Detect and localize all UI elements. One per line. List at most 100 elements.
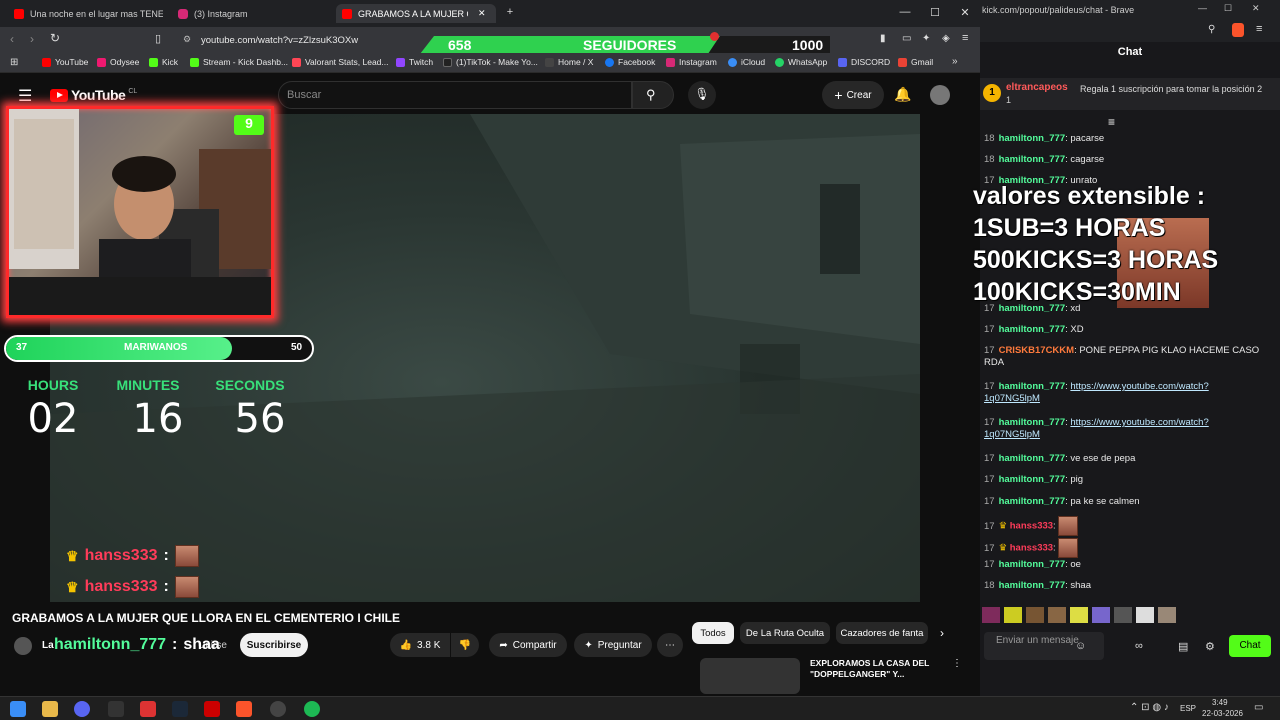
epic-games-icon[interactable] [108, 701, 124, 717]
chat-link[interactable]: https://www.youtube.com/watch? [1070, 381, 1208, 392]
gift-icon[interactable]: ▤ [1178, 640, 1188, 653]
sidebar-icon[interactable]: ▮ [880, 33, 886, 44]
brave-shield-icon[interactable] [1232, 23, 1244, 37]
close-icon[interactable]: ✕ [478, 8, 486, 19]
bookmark-odysee[interactable]: Odysee [97, 57, 139, 67]
chat-username[interactable]: hamiltonn_777 [999, 580, 1066, 591]
chip-all[interactable]: Todos [692, 622, 734, 644]
bookmark-kick-dashboard[interactable]: Stream - Kick Dashb... [190, 57, 288, 67]
chip-ruta-oculta[interactable]: De La Ruta Oculta [740, 622, 830, 644]
bookmark-valorant[interactable]: Valorant Stats, Lead... [292, 57, 388, 67]
file-explorer-icon[interactable] [42, 701, 58, 717]
filter-icon[interactable]: ≡ [1108, 115, 1115, 129]
voice-search-button[interactable]: 🎙 [688, 81, 716, 109]
back-icon[interactable]: ‹ [10, 32, 14, 46]
emote-icon[interactable] [1070, 607, 1088, 623]
hamburger-menu-icon[interactable]: ☰ [18, 86, 32, 106]
browser-tab-3[interactable]: GRABAMOS A LA MUJER QU ✕ [336, 4, 496, 23]
menu-icon[interactable]: ≡ [962, 32, 968, 44]
chevron-right-icon[interactable]: › [940, 626, 944, 640]
chat-link[interactable]: 1q07NG5lpM [984, 393, 1209, 405]
ask-button[interactable]: ✦ Preguntar [574, 633, 652, 657]
bookmark-x[interactable]: Home / X [545, 57, 593, 67]
zoom-icon[interactable]: ⚲ [1208, 24, 1215, 35]
clock-time[interactable]: 3:49 [1212, 698, 1228, 707]
emote-icon[interactable] [1158, 607, 1176, 623]
menu-icon[interactable]: ≡ [1256, 23, 1262, 35]
discord-icon[interactable] [74, 701, 90, 717]
notifications-icon[interactable]: 🔔 [894, 86, 911, 103]
address-bar[interactable]: ⚙ youtube.com/watch?v=zZlzsuK3OXw [173, 30, 413, 50]
maximize-icon[interactable]: ☐ [925, 6, 945, 19]
chat-link[interactable]: https://www.youtube.com/watch? [1070, 417, 1208, 428]
like-button[interactable]: 👍 3.8 K [390, 633, 450, 657]
maximize-icon[interactable]: ☐ [1224, 3, 1232, 14]
chat-username[interactable]: hamiltonn_777 [999, 453, 1066, 464]
chat-send-button[interactable]: Chat [1229, 635, 1271, 657]
emote-icon[interactable] [1136, 607, 1154, 623]
chat-username[interactable]: hanss333 [1010, 521, 1053, 532]
bookmark-whatsapp[interactable]: WhatsApp [775, 57, 827, 67]
related-title[interactable]: EXPLORAMOS LA CASA DEL "DOPPELGANGER" Y.… [810, 658, 950, 682]
valorant-icon[interactable] [140, 701, 156, 717]
subscribe-button[interactable]: Suscribirse [240, 633, 308, 657]
obs-icon[interactable] [270, 701, 286, 717]
bookmark-youtube[interactable]: YouTube [42, 57, 88, 67]
settings-icon[interactable]: ⚙ [1205, 640, 1215, 653]
tray-icons[interactable]: ⌃ ⊡ ◍ ♪ [1130, 702, 1169, 713]
riot-icon[interactable] [204, 701, 220, 717]
chat-username[interactable]: hanss333 [1010, 543, 1053, 554]
infinity-icon[interactable]: ∞ [1135, 640, 1143, 652]
brave-icon[interactable] [236, 701, 252, 717]
emote-icon[interactable] [982, 607, 1000, 623]
language-indicator[interactable]: ESP [1180, 704, 1196, 713]
dislike-button[interactable]: 👎 [451, 633, 479, 657]
bookmark-icloud[interactable]: iCloud [728, 57, 765, 67]
steam-icon[interactable] [172, 701, 188, 717]
chat-username[interactable]: hamiltonn_777 [999, 417, 1066, 428]
youtube-logo[interactable]: YouTube CL [50, 87, 137, 103]
reload-icon[interactable]: ↻ [50, 31, 60, 45]
emote-icon[interactable] [1114, 607, 1132, 623]
chat-link[interactable]: 1q07NG5lpM [984, 429, 1209, 441]
search-input[interactable]: Buscar [278, 81, 632, 109]
more-icon[interactable]: ⋮ [952, 658, 962, 669]
bookmark-instagram[interactable]: Instagram [666, 57, 717, 67]
site-info-icon[interactable]: ⚙ [183, 34, 191, 45]
emote-icon[interactable] [1048, 607, 1066, 623]
emote-icon[interactable] [1004, 607, 1022, 623]
chip-cazadores[interactable]: Cazadores de fanta [836, 622, 928, 644]
channel-name[interactable]: La [42, 640, 54, 651]
chat-username[interactable]: CRISKB17CKKM [999, 345, 1074, 356]
shield-icon[interactable]: ◈ [942, 33, 950, 44]
close-window-icon[interactable]: ✕ [1252, 3, 1260, 14]
emote-picker-icon[interactable]: ☺ [1075, 640, 1086, 652]
emote-icon[interactable] [1092, 607, 1110, 623]
wallet-icon[interactable]: ▭ [902, 33, 911, 44]
chat-username[interactable]: hamiltonn_777 [999, 496, 1066, 507]
related-thumbnail[interactable] [700, 658, 800, 694]
forward-icon[interactable]: › [30, 32, 34, 46]
browser-tab-2[interactable]: (3) Instagram [172, 4, 332, 23]
chat-username[interactable]: hamiltonn_777 [999, 381, 1066, 392]
more-actions-button[interactable]: ⋯ [657, 633, 683, 657]
chat-username[interactable]: hamiltonn_777 [999, 133, 1066, 144]
bookmark-icon[interactable]: ▯ [155, 32, 161, 45]
minimize-icon[interactable]: — [895, 6, 915, 18]
chat-username[interactable]: hamiltonn_777 [999, 154, 1066, 165]
avatar[interactable] [930, 85, 950, 105]
notification-center-icon[interactable]: ▭ [1254, 702, 1263, 713]
bookmark-tiktok[interactable]: (1)TikTok - Make Yo... [443, 57, 538, 67]
create-button[interactable]: + Crear [822, 81, 884, 109]
minimize-icon[interactable]: — [1198, 3, 1207, 13]
bookmark-kick[interactable]: Kick [149, 57, 178, 67]
bookmark-discord[interactable]: DISCORD [838, 57, 890, 67]
spotify-icon[interactable] [304, 701, 320, 717]
chat-username[interactable]: hamiltonn_777 [999, 324, 1066, 335]
more-bookmarks-icon[interactable]: » [952, 56, 958, 67]
bookmark-twitch[interactable]: Twitch [396, 57, 433, 67]
share-button[interactable]: ➦ Compartir [489, 633, 567, 657]
browser-tab-1[interactable]: Una noche en el lugar mas TENEBRO [8, 4, 163, 23]
chat-username[interactable]: hamiltonn_777 [999, 474, 1066, 485]
channel-avatar[interactable] [14, 637, 32, 655]
